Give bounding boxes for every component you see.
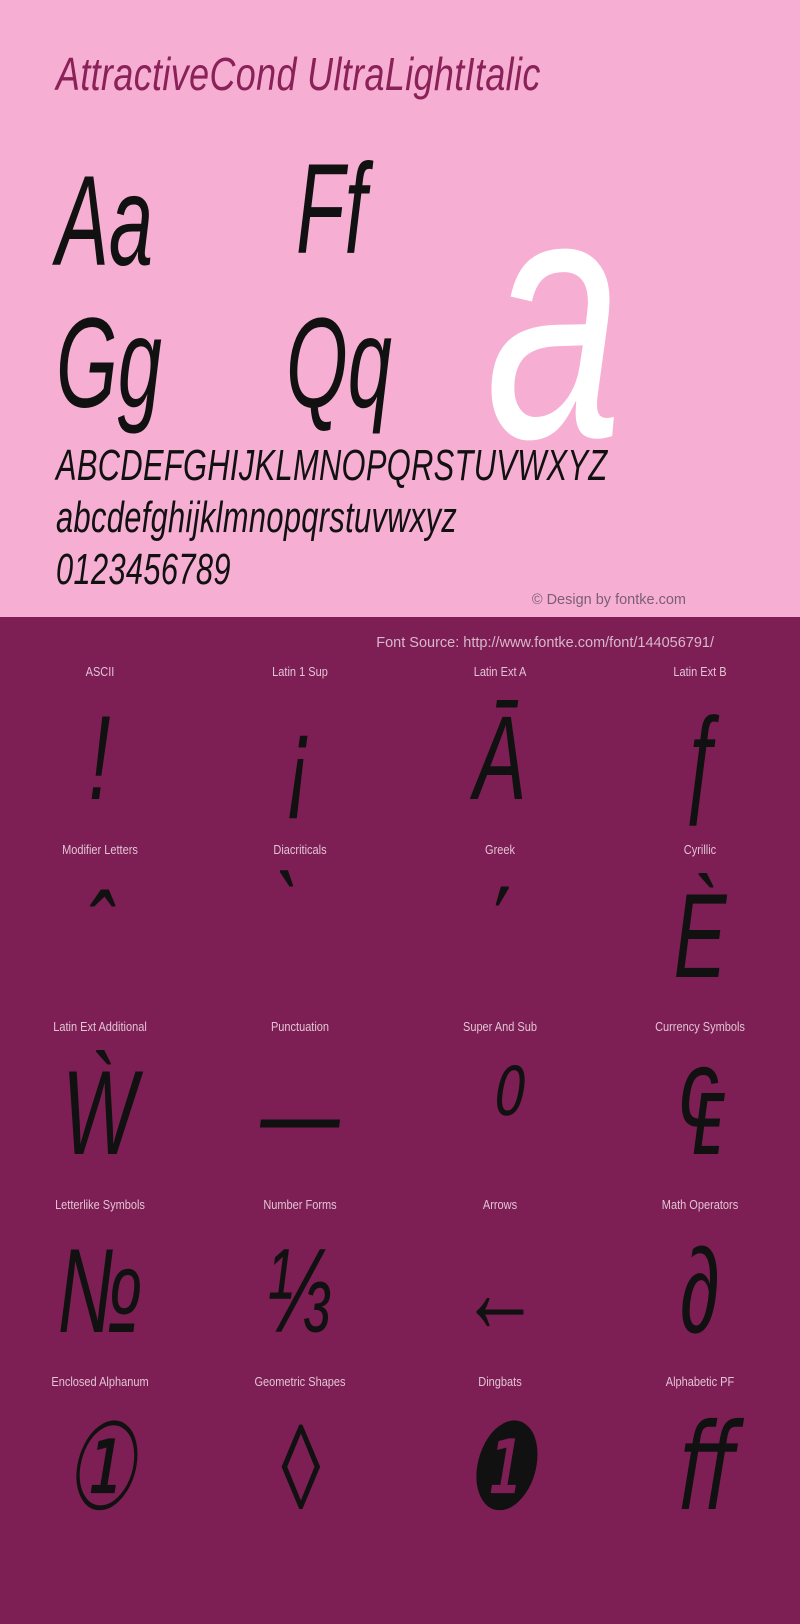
alphabet-block: ABCDEFGHIJKLMNOPQRSTUVWXYZ abcdefghijklm… [56, 440, 776, 596]
unicode-block-label: Enclosed Alphanum [51, 1375, 149, 1389]
unicode-block-glyph-text: ❶ [464, 1401, 536, 1535]
unicode-block-label: Modifier Letters [62, 842, 138, 857]
unicode-block-glyph-text: № [57, 1223, 143, 1358]
unicode-block-label: Latin 1 Sup [272, 665, 328, 679]
unicode-block-label: Super And Sub [462, 1020, 538, 1034]
unicode-block-cell[interactable]: Greek ΄ [400, 831, 600, 1009]
unicode-block-label: Number Forms [263, 1197, 337, 1212]
unicode-block-glyph: ˆ [0, 861, 200, 1011]
unicode-block-glyph: № [0, 1216, 200, 1366]
unicode-block-cell[interactable]: Cyrillic Ѐ [600, 831, 800, 1009]
unicode-block-cell[interactable]: Diacriticals̀ [200, 831, 400, 1009]
unicode-block-grid: ASCII! Latin 1 Sup ¡ Latin Ext A Ā Latin Ext … [0, 653, 800, 1541]
unicode-block-label: Letterlike Symbols [55, 1197, 145, 1212]
unicode-block-glyph: ﬀ [600, 1393, 800, 1543]
unicode-block-cell[interactable]: Punctuation — [200, 1008, 400, 1186]
unicode-block-glyph-text: ₠ [677, 1046, 723, 1180]
unicode-block-label: Geometric Shapes [254, 1375, 346, 1389]
unicode-block-label: Currency Symbols [655, 1020, 745, 1034]
unicode-block-glyph-text: Ẁ [62, 1046, 138, 1180]
unicode-block-glyph-text: ← [460, 1223, 540, 1358]
unicode-block-cell[interactable]: Super And Sub ⁰ [400, 1008, 600, 1186]
unicode-block-label: Arrows [482, 1197, 518, 1212]
unicode-block-glyph: Ẁ [0, 1038, 200, 1188]
unicode-block-cell[interactable]: Dingbats ❶ [400, 1363, 600, 1541]
unicode-block-label: Punctuation [270, 1020, 330, 1034]
unicode-block-cell[interactable]: Arrows ← [400, 1186, 600, 1364]
unicode-block-cell[interactable]: Latin 1 Sup ¡ [200, 653, 400, 831]
unicode-block-label: Latin Ext B [673, 665, 727, 679]
unicode-block-cell[interactable]: Latin Ext B ƒ [600, 653, 800, 831]
specimen-preview-panel: AttractiveCond UltraLightItalic Aa Ff Gg… [0, 0, 800, 617]
unicode-block-glyph: ① [0, 1393, 200, 1543]
copyright-notice: © Design by fontke.com [531, 592, 686, 608]
unicode-block-glyph: ₠ [600, 1038, 800, 1188]
unicode-block-glyph: Ѐ [600, 861, 800, 1011]
unicode-block-cell[interactable]: Math Operators ∂ [600, 1186, 800, 1364]
unicode-block-glyph-text: ! [88, 691, 112, 825]
glyph-pair-gg: Gg [56, 292, 162, 435]
unicode-block-label: Latin Ext A [473, 665, 527, 679]
unicode-block-label: Greek [485, 842, 515, 857]
unicode-block-glyph: ⅓ [200, 1216, 400, 1366]
unicode-block-cell[interactable]: Latin Ext Additional Ẁ [0, 1008, 200, 1186]
unicode-block-label: Cyrillic [683, 842, 717, 857]
unicode-block-glyph: ̀ [200, 861, 400, 1011]
unicode-block-cell[interactable]: ASCII! [0, 653, 200, 831]
unicode-block-glyph-text: ⁰ [484, 1046, 516, 1180]
unicode-block-glyph-text: ① [64, 1401, 136, 1535]
unicode-block-glyph: — [200, 1038, 400, 1188]
unicode-block-glyph: ← [400, 1216, 600, 1366]
unicode-block-cell[interactable]: Latin Ext A Ā [400, 653, 600, 831]
unicode-blocks-panel: Font Source: http://www.fontke.com/font/… [0, 617, 800, 1624]
glyph-pair-ff: Ff [296, 138, 367, 281]
unicode-block-glyph-text: ¡ [286, 691, 314, 825]
unicode-block-glyph-text: ◊ [280, 1401, 320, 1535]
unicode-block-glyph-text: Ѐ [673, 868, 727, 1003]
unicode-block-cell[interactable]: Geometric Shapes ◊ [200, 1363, 400, 1541]
unicode-block-glyph: ◊ [200, 1393, 400, 1543]
unicode-block-glyph: ⁰ [400, 1038, 600, 1188]
unicode-block-glyph: Ā [400, 683, 600, 833]
unicode-block-glyph-text: Ā [473, 691, 527, 825]
alphabet-uppercase: ABCDEFGHIJKLMNOPQRSTUVWXYZ [56, 441, 608, 490]
unicode-block-glyph-text: — [260, 1046, 340, 1180]
unicode-block-label: ASCII [85, 665, 115, 679]
unicode-block-label: Diacriticals [273, 842, 327, 857]
glyph-showcase: Aa Ff Gg Qq a [0, 138, 800, 492]
unicode-block-label: Latin Ext Additional [53, 1020, 147, 1034]
unicode-block-glyph-text: ⅓ [266, 1223, 334, 1358]
glyph-pair-qq: Qq [286, 292, 392, 435]
alphabet-digits: 0123456789 [56, 545, 231, 594]
glyph-pair-aa: Aa [56, 150, 154, 293]
unicode-block-glyph-text: ƒ [677, 691, 723, 825]
unicode-block-label: Dingbats [478, 1375, 522, 1389]
unicode-block-glyph: ∂ [600, 1216, 800, 1366]
unicode-block-glyph: ΄ [400, 861, 600, 1011]
unicode-block-cell[interactable]: Currency Symbols ₠ [600, 1008, 800, 1186]
alphabet-lowercase: abcdefghijklmnopqrstuvwxyz [56, 493, 458, 542]
font-specimen-page: AttractiveCond UltraLightItalic Aa Ff Gg… [0, 0, 800, 1624]
font-source-link[interactable]: Font Source: http://www.fontke.com/font/… [376, 635, 714, 651]
unicode-block-glyph: ƒ [600, 683, 800, 833]
page-title: AttractiveCond UltraLightItalic [56, 48, 541, 100]
unicode-block-glyph-text: ﬀ [672, 1401, 728, 1535]
unicode-block-glyph: ! [0, 683, 200, 833]
unicode-block-label: Alphabetic PF [665, 1375, 735, 1389]
unicode-block-cell[interactable]: Modifier Letters ˆ [0, 831, 200, 1009]
unicode-block-cell[interactable]: Number Forms ⅓ [200, 1186, 400, 1364]
unicode-block-glyph: ❶ [400, 1393, 600, 1543]
unicode-block-glyph: ¡ [200, 683, 400, 833]
unicode-block-glyph-text: ˆ [86, 868, 114, 1003]
unicode-block-glyph-text: ∂ [680, 1223, 720, 1358]
unicode-block-cell[interactable]: Letterlike Symbols № [0, 1186, 200, 1364]
unicode-block-label: Math Operators [661, 1197, 739, 1212]
unicode-block-cell[interactable]: Alphabetic PF ﬀ [600, 1363, 800, 1541]
unicode-block-glyph-text: ΄ [486, 868, 514, 1003]
unicode-block-cell[interactable]: Enclosed Alphanum ① [0, 1363, 200, 1541]
